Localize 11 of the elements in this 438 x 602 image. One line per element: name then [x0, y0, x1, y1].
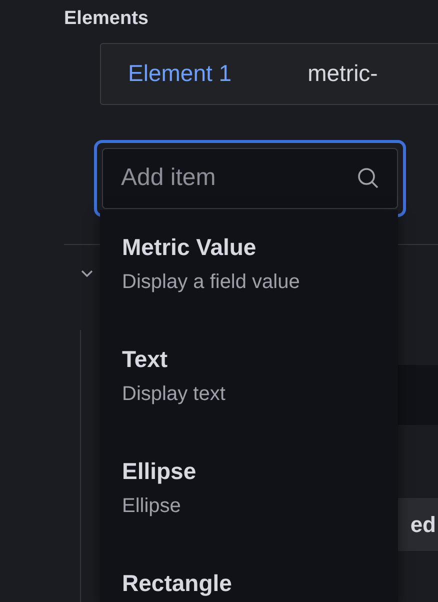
search-icon	[356, 166, 380, 190]
menu-item[interactable]: Text Display text	[100, 322, 398, 434]
element-tab[interactable]: Element 1	[128, 56, 232, 91]
section-title: Elements	[64, 7, 148, 31]
menu-item[interactable]: Ellipse Ellipse	[100, 434, 398, 546]
menu-item[interactable]: Rectangle	[100, 546, 398, 602]
menu-item[interactable]: Metric Value Display a field value	[100, 210, 398, 322]
row-label: ed	[410, 511, 436, 539]
chevron-down-icon[interactable]	[80, 268, 94, 278]
element-tab[interactable]: metric-	[308, 56, 378, 91]
search-field[interactable]: Add item	[102, 148, 398, 208]
